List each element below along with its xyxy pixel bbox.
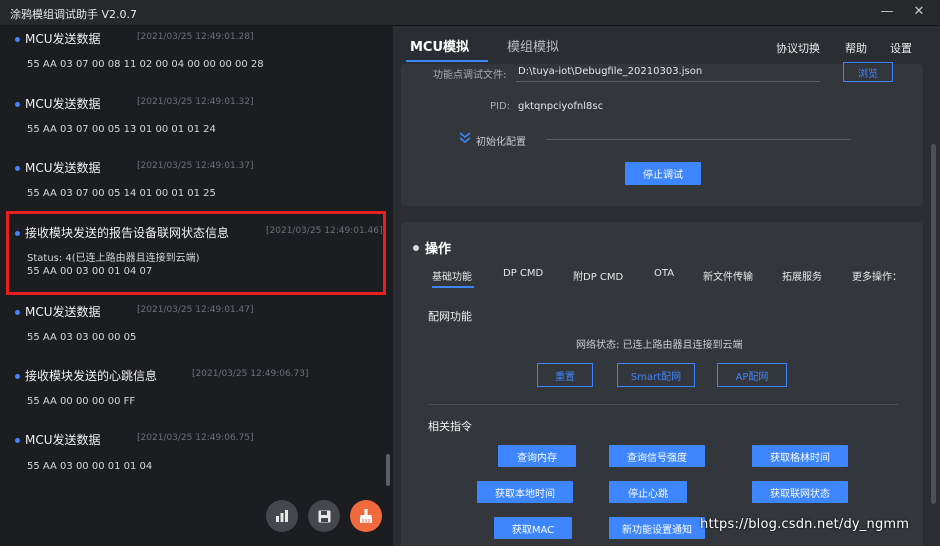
subtab-file-transfer[interactable]: 新文件传输 xyxy=(703,268,753,283)
clear-log-button[interactable] xyxy=(350,500,382,532)
pid-label: PID: xyxy=(490,101,511,112)
get-local-time-button[interactable]: 获取本地时间 xyxy=(477,481,573,503)
init-config-toggle[interactable]: 初始化配置 xyxy=(476,133,526,148)
tab-bar: MCU模拟 模组模拟 协议切换 帮助 设置 xyxy=(393,26,940,64)
log-item-time: [2021/03/25 12:49:01.32] xyxy=(137,97,254,107)
subtab-basic[interactable]: 基础功能 xyxy=(432,268,472,283)
log-scrollbar[interactable] xyxy=(386,454,390,486)
chart-button[interactable] xyxy=(266,500,298,532)
log-item-title: MCU发送数据 xyxy=(25,97,101,111)
broom-icon xyxy=(360,509,372,523)
operations-title: 操作 xyxy=(413,238,451,257)
bullet-icon xyxy=(413,244,419,251)
log-pane[interactable]: MCU发送数据 [2021/03/25 12:49:01.28] 55 AA 0… xyxy=(0,26,393,546)
bullet-icon xyxy=(15,101,20,107)
log-item-time: [2021/03/25 12:49:06.75] xyxy=(137,433,254,443)
log-item-title: MCU发送数据 xyxy=(25,32,101,46)
operations-card: 操作 基础功能 DP CMD 附DP CMD OTA 新文件传输 拓展服务 更多… xyxy=(401,222,923,546)
log-item-line: 55 AA 03 07 00 08 11 02 00 04 00 00 00 0… xyxy=(27,59,264,70)
debug-file-underline xyxy=(516,81,820,82)
tab-mcu-sim[interactable]: MCU模拟 xyxy=(410,36,469,55)
close-icon[interactable]: ✕ xyxy=(910,4,928,19)
subtab-extra-dp-cmd[interactable]: 附DP CMD xyxy=(573,268,623,283)
subtab-ota[interactable]: OTA xyxy=(654,268,674,279)
log-item-time: [2021/03/25 12:49:01.47] xyxy=(137,305,254,315)
log-item-title: MCU发送数据 xyxy=(25,161,101,175)
log-item-title: 接收模块发送的心跳信息 xyxy=(25,369,158,383)
save-button[interactable] xyxy=(308,500,340,532)
bullet-icon xyxy=(15,373,20,379)
protocol-switch-link[interactable]: 协议切换 xyxy=(776,40,820,56)
subtab-extended-services[interactable]: 拓展服务 xyxy=(782,268,822,283)
subtab-dp-cmd[interactable]: DP CMD xyxy=(503,268,543,279)
log-item-time: [2021/03/25 12:49:06.73] xyxy=(192,369,309,379)
stop-heartbeat-button[interactable]: 停止心跳 xyxy=(609,481,687,503)
browse-button[interactable]: 浏览 xyxy=(843,62,893,82)
help-link[interactable]: 帮助 xyxy=(845,40,867,56)
ap-config-button[interactable]: AP配网 xyxy=(717,363,787,387)
new-feature-notify-button[interactable]: 新功能设置通知 xyxy=(609,517,705,539)
watermark-url: https://blog.csdn.net/dy_ngmm xyxy=(700,517,910,532)
window-title: 涂鸦模组调试助手 V2.0.7 xyxy=(10,8,138,21)
debug-file-path[interactable]: D:\tuya-iot\Debugfile_20210303.json xyxy=(518,66,702,77)
log-item-time: [2021/03/25 12:49:01.37] xyxy=(137,161,254,171)
bar-chart-icon xyxy=(276,510,288,522)
log-item-line: 55 AA 00 00 00 00 FF xyxy=(27,396,136,407)
log-item-line: 55 AA 03 00 00 01 01 04 xyxy=(27,461,153,472)
active-subtab-indicator xyxy=(432,286,474,288)
query-signal-button[interactable]: 查询信号强度 xyxy=(609,445,705,467)
get-mac-button[interactable]: 获取MAC xyxy=(494,517,572,539)
commands-section-title: 相关指令 xyxy=(428,420,472,433)
smart-config-button[interactable]: Smart配网 xyxy=(617,363,695,387)
tab-module-sim[interactable]: 模组模拟 xyxy=(507,36,559,55)
main-pane: MCU模拟 模组模拟 协议切换 帮助 设置 功能点调试文件: D:\tuya-i… xyxy=(393,26,940,546)
init-config-divider xyxy=(546,139,851,140)
title-bar: 涂鸦模组调试助手 V2.0.7 — ✕ xyxy=(0,0,940,26)
network-section-title: 配网功能 xyxy=(428,310,472,323)
log-item-line: 55 AA 03 07 00 05 13 01 00 01 01 24 xyxy=(27,124,216,135)
section-divider xyxy=(428,404,898,405)
query-memory-button[interactable]: 查询内存 xyxy=(498,445,576,467)
reset-button[interactable]: 重置 xyxy=(537,363,593,387)
stop-debug-button[interactable]: 停止调试 xyxy=(625,162,701,185)
network-status: 网络状态: 已连上路由器且连接到云端 xyxy=(576,340,743,351)
active-tab-indicator xyxy=(406,60,488,62)
bullet-icon xyxy=(15,437,20,443)
bullet-icon xyxy=(15,36,20,42)
main-scrollbar[interactable] xyxy=(931,144,936,504)
save-icon xyxy=(318,510,330,522)
bullet-icon xyxy=(15,165,20,171)
log-item-line: 55 AA 03 03 00 00 05 xyxy=(27,332,137,343)
bullet-icon xyxy=(15,309,20,315)
highlight-box xyxy=(6,211,386,295)
config-card: 功能点调试文件: D:\tuya-iot\Debugfile_20210303.… xyxy=(401,62,923,206)
subtab-more[interactable]: 更多操作： xyxy=(852,268,902,283)
get-gmt-time-button[interactable]: 获取格林时间 xyxy=(752,445,848,467)
get-network-status-button[interactable]: 获取联网状态 xyxy=(752,481,848,503)
double-chevron-down-icon[interactable] xyxy=(459,132,471,144)
log-item-title: MCU发送数据 xyxy=(25,305,101,319)
debug-file-label: 功能点调试文件: xyxy=(433,70,507,81)
minimize-icon[interactable]: — xyxy=(878,4,896,19)
log-item-time: [2021/03/25 12:49:01.28] xyxy=(137,32,254,42)
log-item-line: 55 AA 03 07 00 05 14 01 00 01 01 25 xyxy=(27,188,216,199)
log-item-title: MCU发送数据 xyxy=(25,433,101,447)
pid-value: gktqnpciyofnl8sc xyxy=(518,101,604,112)
settings-link[interactable]: 设置 xyxy=(890,40,912,56)
